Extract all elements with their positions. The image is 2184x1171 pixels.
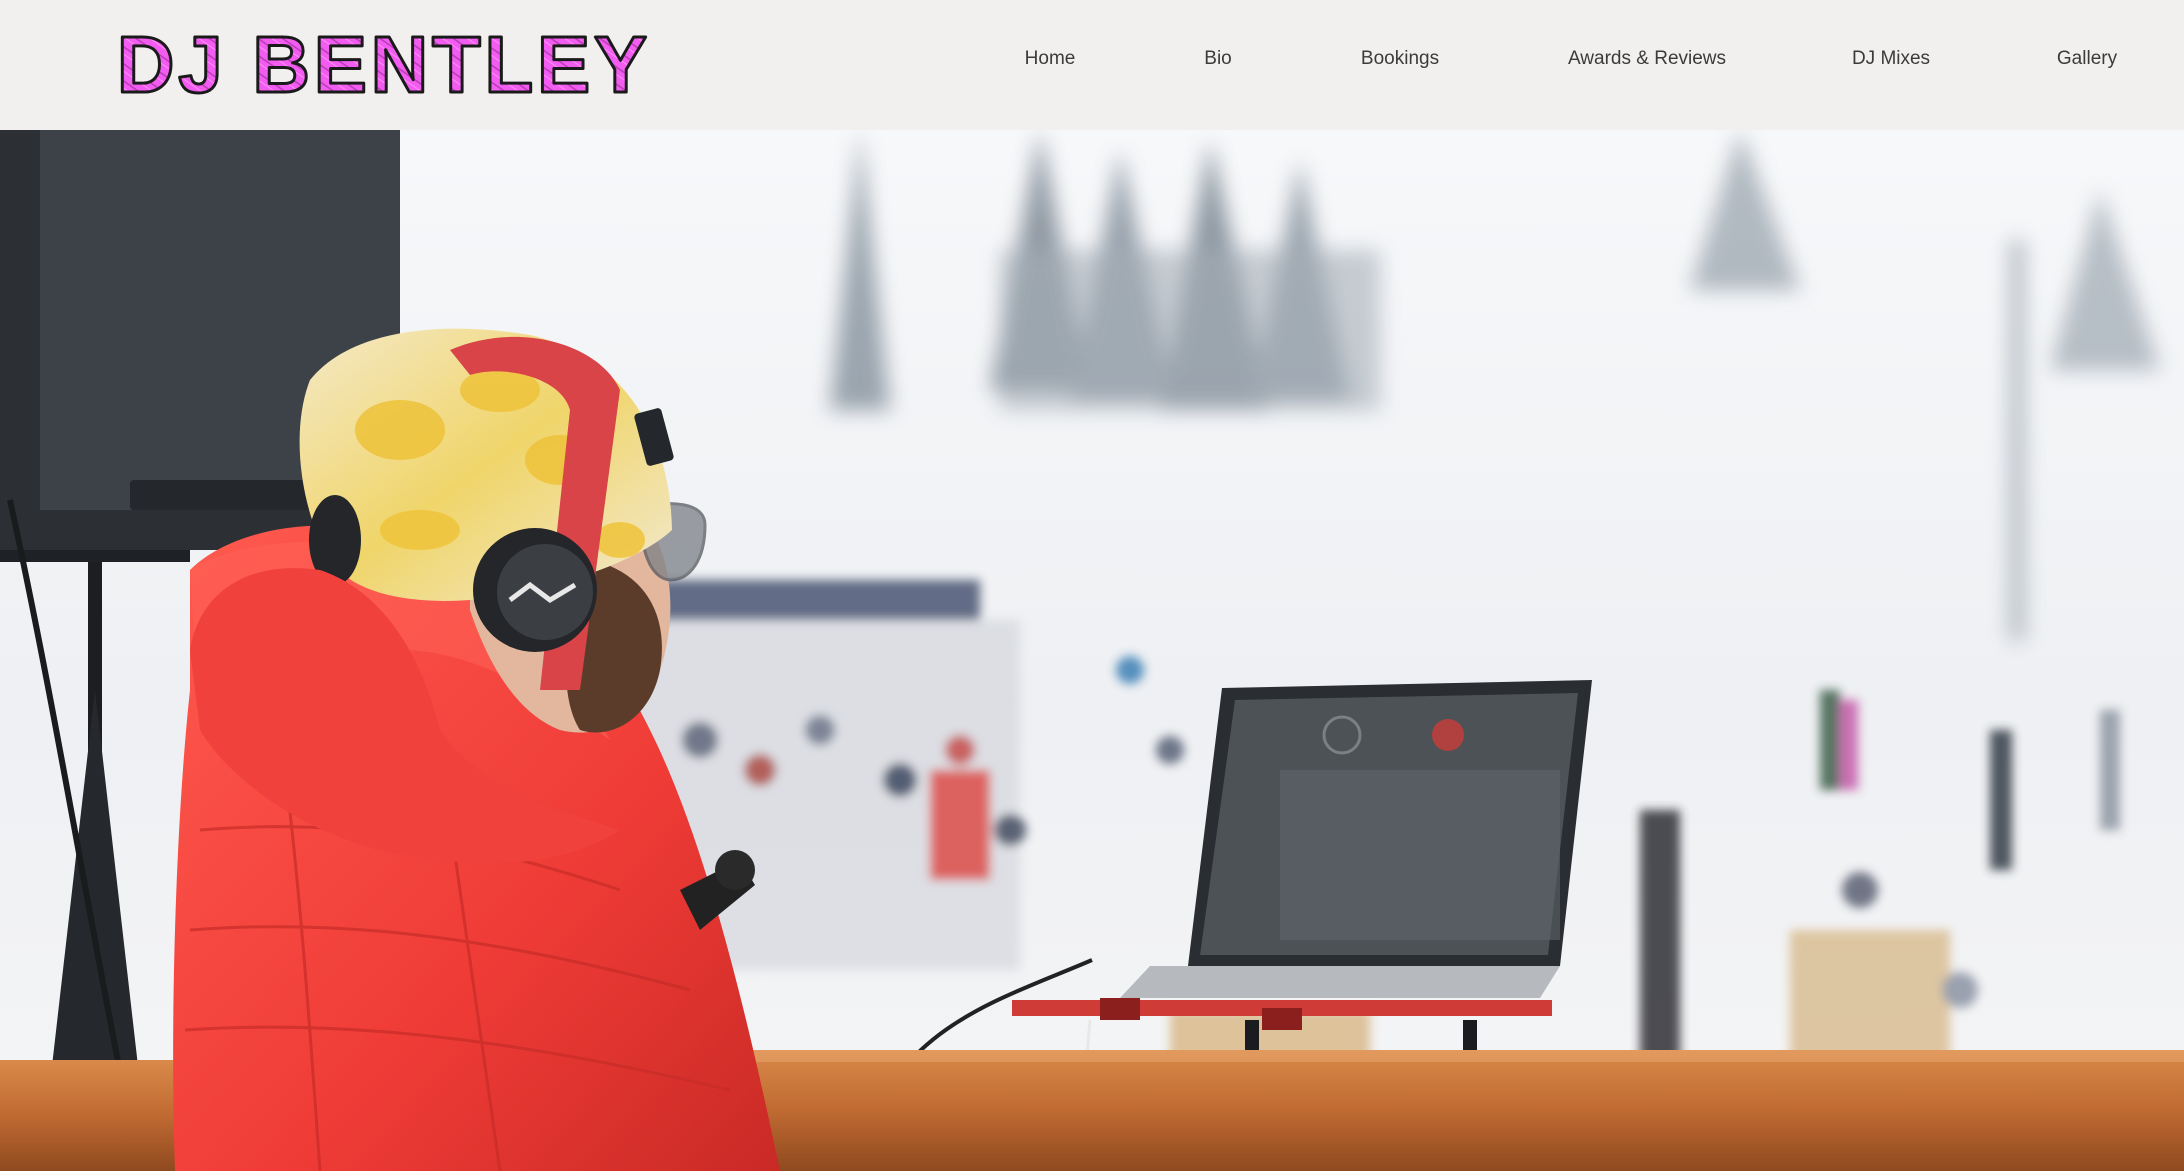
nav-awards-reviews[interactable]: Awards & Reviews bbox=[1568, 46, 1726, 72]
nav-bio[interactable]: Bio bbox=[1204, 46, 1231, 72]
main-nav: Home Bio Bookings Awards & Reviews DJ Mi… bbox=[0, 0, 2184, 130]
nav-bookings[interactable]: Bookings bbox=[1361, 46, 1439, 72]
nav-dj-mixes[interactable]: DJ Mixes bbox=[1852, 46, 1930, 72]
nav-home[interactable]: Home bbox=[1025, 46, 1076, 72]
site-header: DJ BENTLEY Home Bio Bookings Awards & Re… bbox=[0, 0, 2184, 130]
hero-photo bbox=[0, 130, 2184, 1171]
hero-image bbox=[0, 130, 2184, 1171]
nav-gallery[interactable]: Gallery bbox=[2057, 46, 2117, 72]
